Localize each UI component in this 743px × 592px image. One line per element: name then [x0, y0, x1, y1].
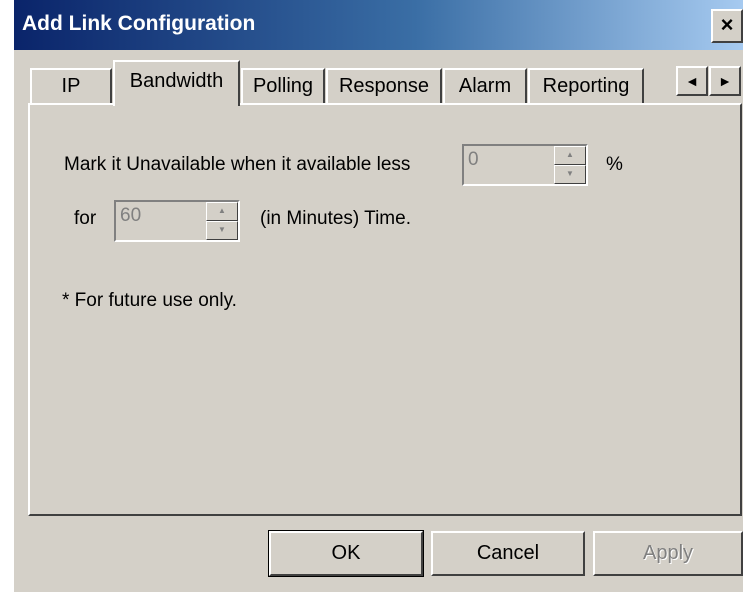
for-label: for [74, 208, 97, 229]
percent-label: % [606, 154, 623, 175]
tab-scroll-left-button[interactable]: ◄ [676, 66, 708, 96]
time-minutes-value: 60 [120, 205, 142, 226]
tab-label: Response [338, 75, 430, 97]
cancel-button[interactable]: Cancel [431, 531, 585, 576]
tab-label: Reporting [542, 75, 630, 97]
spinner-up-button[interactable]: ▲ [554, 146, 586, 165]
spinner-down-button[interactable]: ▼ [206, 221, 238, 240]
spinner-down-icon: ▼ [566, 169, 574, 178]
spinner-up-button[interactable]: ▲ [206, 202, 238, 221]
tab-label: Bandwidth [129, 70, 224, 92]
title-bar[interactable]: Add Link Configuration × [14, 0, 743, 50]
tab-label: Alarm [458, 75, 512, 97]
close-icon: × [720, 12, 734, 37]
ok-button-label: OK [331, 542, 361, 564]
cancel-button-label: Cancel [476, 542, 540, 564]
unavailable-percent-spinner[interactable]: ▲ ▼ [554, 146, 586, 184]
tab-reporting[interactable]: Reporting [528, 68, 644, 104]
spinner-up-icon: ▲ [566, 150, 574, 159]
tab-polling[interactable]: Polling [241, 68, 325, 104]
arrow-left-icon: ◄ [685, 73, 699, 89]
window-title: Add Link Configuration [22, 12, 256, 35]
close-button[interactable]: × [711, 9, 743, 43]
tab-scroll-arrows: ◄ ► [676, 66, 742, 96]
tab-label: Polling [252, 75, 314, 97]
apply-button[interactable]: Apply [593, 531, 743, 576]
tab-alarm[interactable]: Alarm [443, 68, 527, 104]
time-unit-label: (in Minutes) Time. [260, 208, 411, 229]
future-use-note: * For future use only. [62, 290, 237, 311]
tab-bandwidth[interactable]: Bandwidth [113, 60, 240, 106]
unavailable-label: Mark it Unavailable when it available le… [64, 154, 411, 175]
apply-button-label: Apply [642, 542, 694, 564]
window-left-edge [0, 0, 14, 592]
tab-ip[interactable]: IP [30, 68, 112, 104]
arrow-right-icon: ► [718, 73, 732, 89]
tab-label: IP [61, 75, 81, 97]
spinner-up-icon: ▲ [218, 206, 226, 215]
tab-response[interactable]: Response [326, 68, 442, 104]
ok-button[interactable]: OK [268, 530, 424, 577]
tab-scroll-right-button[interactable]: ► [709, 66, 741, 96]
unavailable-percent-value: 0 [468, 149, 479, 170]
time-minutes-spinner[interactable]: ▲ ▼ [206, 202, 238, 240]
spinner-down-icon: ▼ [218, 225, 226, 234]
spinner-down-button[interactable]: ▼ [554, 165, 586, 184]
